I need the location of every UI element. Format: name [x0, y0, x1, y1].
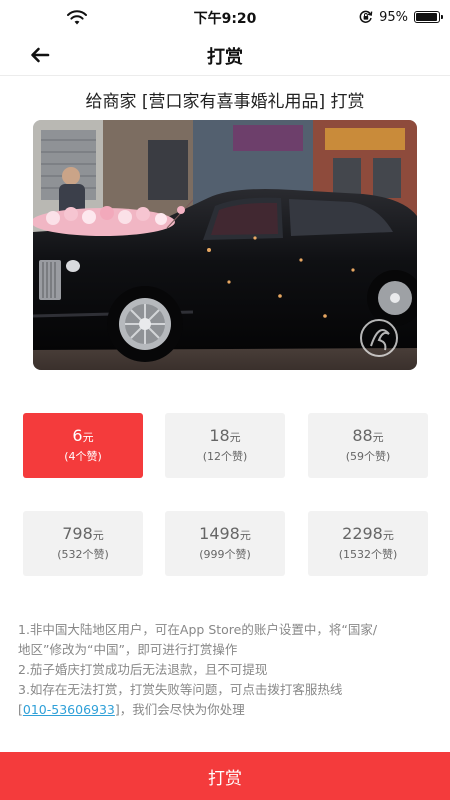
amount-option-4[interactable]: 1498元 (999个赞) [165, 511, 285, 576]
amount-unit: 元 [239, 529, 251, 542]
amount-options: 6元 (4个赞) 18元 (12个赞) 88元 (59个赞) 798元 (532个赞) 1498… [23, 413, 428, 577]
amount-likes: (1532个赞) [338, 548, 398, 561]
amount-likes: (4个赞) [64, 450, 102, 463]
merchant-name: 营口家有喜事婚礼用品 [148, 92, 319, 112]
merchant-photo [33, 120, 417, 370]
amount-unit: 元 [229, 431, 241, 444]
amount-number: 798 [62, 524, 93, 543]
wedding-car-illustration [33, 120, 417, 370]
notice-line-3: 2.茄子婚庆打赏成功后无法退款，且不可提现 [18, 662, 268, 677]
amount-likes: (532个赞) [57, 548, 109, 561]
amount-value: 1498元 [199, 524, 251, 546]
orientation-lock-icon [359, 10, 373, 23]
notice-line-2: 地区”修改为“中国”，即可进行打赏操作 [18, 642, 238, 657]
amount-number: 18 [209, 426, 230, 445]
amount-likes: (999个赞) [199, 548, 251, 561]
amount-value: 798元 [62, 524, 104, 546]
amount-option-1[interactable]: 18元 (12个赞) [165, 413, 285, 478]
amount-option-3[interactable]: 798元 (532个赞) [23, 511, 143, 576]
notice-line-1: 1.非中国大陆地区用户，可在App Store的账户设置中，将“国家/ [18, 622, 378, 637]
hotline-bracket-close: ]，我们会尽快为你处理 [114, 702, 245, 717]
amount-number: 88 [352, 426, 373, 445]
amount-value: 6元 [72, 426, 93, 448]
amount-unit: 元 [372, 431, 384, 444]
notice-line-4: 3.如存在无法打赏，打赏失败等问题，可点击拨打客服热线 [18, 682, 343, 697]
amount-value: 18元 [209, 426, 240, 448]
battery-percent: 95% [379, 9, 408, 25]
nav-bar: 打赏 [0, 34, 450, 76]
amount-unit: 元 [92, 529, 104, 542]
amount-option-0[interactable]: 6元 (4个赞) [23, 413, 143, 478]
merchant-prefix: 给商家 [ [85, 92, 149, 112]
notice-text: 1.非中国大陆地区用户，可在App Store的账户设置中，将“国家/ 地区”修… [18, 620, 433, 720]
reward-submit-button[interactable]: 打赏 [0, 752, 450, 800]
merchant-suffix: ] 打赏 [318, 92, 365, 112]
notice-line-5: [010-53606933]，我们会尽快为你处理 [18, 700, 433, 720]
amount-unit: 元 [82, 431, 94, 444]
amount-option-5[interactable]: 2298元 (1532个赞) [308, 511, 428, 576]
amount-option-2[interactable]: 88元 (59个赞) [308, 413, 428, 478]
amount-number: 1498 [199, 524, 240, 543]
amount-number: 2298 [342, 524, 383, 543]
battery-fill [416, 13, 437, 21]
status-right-group: 95% [359, 9, 443, 25]
amount-likes: (59个赞) [345, 450, 391, 463]
battery-icon [414, 11, 443, 23]
amount-likes: (12个赞) [202, 450, 248, 463]
amount-number: 6 [72, 426, 83, 445]
merchant-heading: 给商家 [营口家有喜事婚礼用品] 打赏 [0, 87, 450, 112]
amount-unit: 元 [382, 529, 394, 542]
amount-value: 2298元 [342, 524, 394, 546]
hotline-link[interactable]: 010-53606933 [23, 702, 115, 717]
page-title: 打赏 [207, 47, 243, 68]
amount-value: 88元 [352, 426, 383, 448]
status-bar: 下午9:20 95% [0, 0, 450, 34]
